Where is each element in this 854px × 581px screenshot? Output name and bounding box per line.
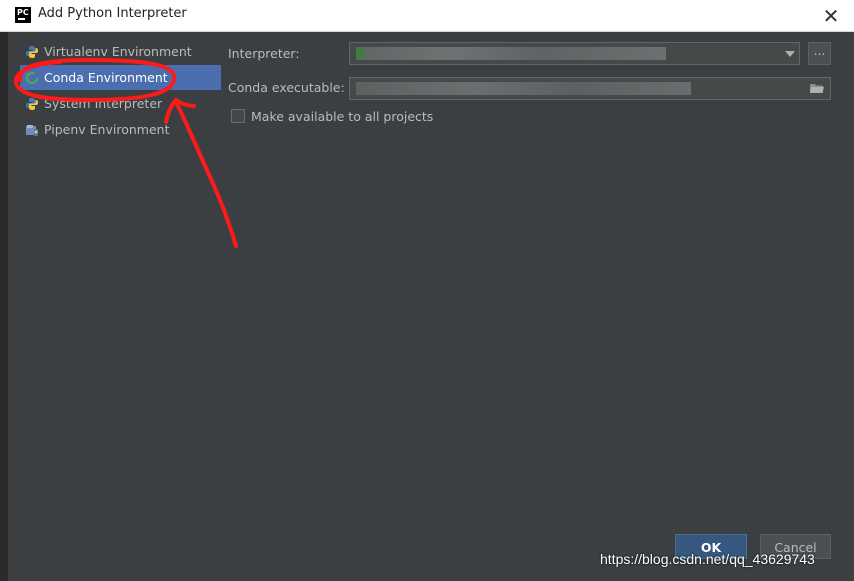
sidebar-item-system-interpreter[interactable]: System Interpreter bbox=[20, 91, 221, 116]
dialog-title: Add Python Interpreter bbox=[38, 6, 187, 21]
pycharm-app-icon: PC bbox=[15, 7, 31, 23]
make-available-label: Make available to all projects bbox=[251, 109, 434, 124]
folder-icon[interactable] bbox=[810, 83, 824, 94]
browse-interpreter-button[interactable]: ... bbox=[808, 42, 831, 65]
add-python-interpreter-dialog: PC Add Python Interpreter ✕ Virtualenv E… bbox=[0, 0, 854, 581]
conda-ring-icon bbox=[26, 72, 38, 84]
watermark-text: https://blog.csdn.net/qq_43629743 bbox=[600, 551, 815, 567]
background-editor-strip bbox=[0, 32, 8, 581]
sidebar-item-label: Conda Environment bbox=[44, 70, 168, 85]
sidebar-item-label: Virtualenv Environment bbox=[44, 44, 192, 59]
interpreter-label: Interpreter: bbox=[228, 46, 300, 61]
sidebar-item-pipenv[interactable]: Pipenv Environment bbox=[20, 117, 221, 142]
python-icon bbox=[26, 46, 38, 58]
make-available-checkbox[interactable] bbox=[231, 109, 245, 123]
chevron-down-icon[interactable] bbox=[785, 51, 795, 57]
close-button[interactable]: ✕ bbox=[820, 5, 842, 27]
conda-executable-field[interactable] bbox=[349, 77, 831, 100]
title-bar: PC Add Python Interpreter ✕ bbox=[0, 0, 854, 32]
sidebar-item-conda[interactable]: Conda Environment bbox=[20, 65, 221, 90]
sidebar-item-label: System Interpreter bbox=[44, 96, 163, 111]
conda-executable-label: Conda executable: bbox=[228, 80, 345, 95]
environment-type-list: Virtualenv Environment Conda Environment… bbox=[8, 32, 221, 572]
sidebar-item-virtualenv[interactable]: Virtualenv Environment bbox=[20, 39, 221, 64]
interpreter-value bbox=[356, 47, 666, 60]
python-icon bbox=[26, 98, 38, 110]
pipenv-icon bbox=[26, 125, 38, 136]
conda-executable-value bbox=[356, 82, 691, 95]
sidebar-item-label: Pipenv Environment bbox=[44, 122, 170, 137]
interpreter-select[interactable] bbox=[349, 42, 800, 65]
